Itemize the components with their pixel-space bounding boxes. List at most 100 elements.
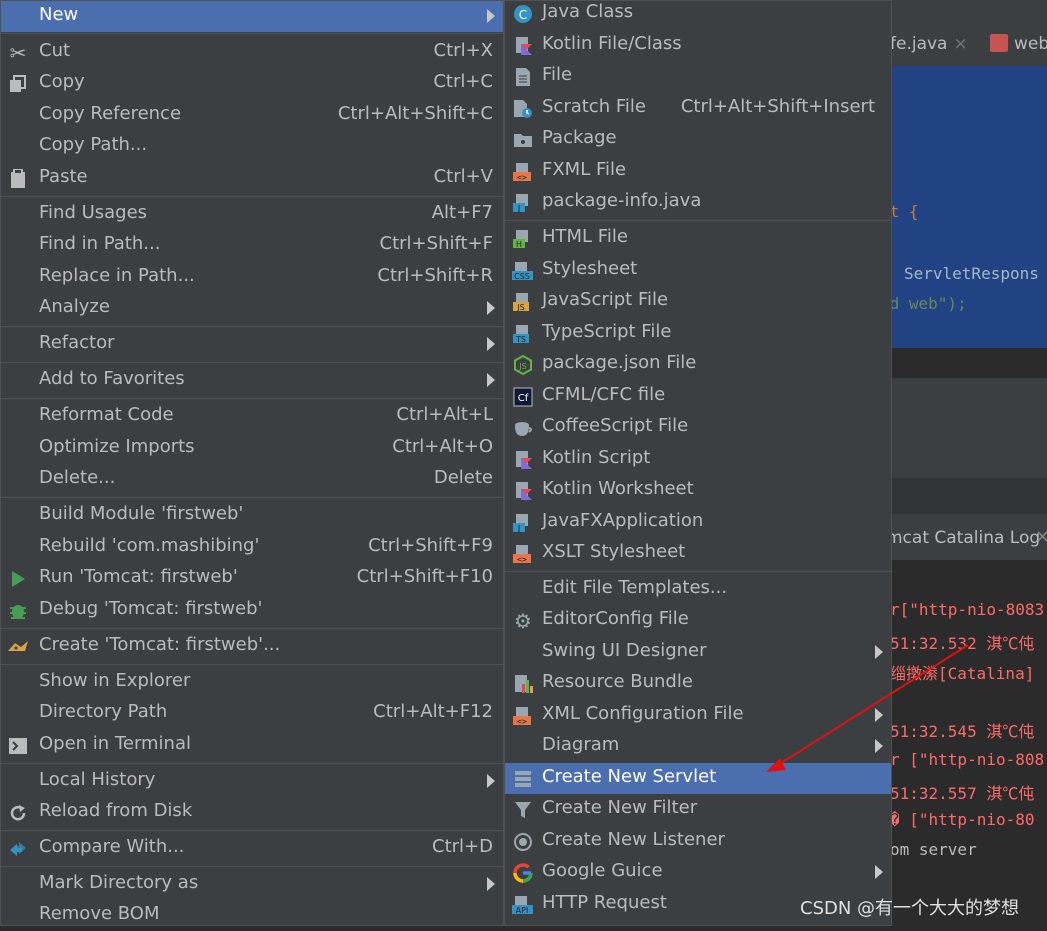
copy-icon [7,73,29,95]
css-file-icon: CSS [512,260,534,282]
menu-item-open-in-terminal[interactable]: Open in Terminal [1,730,503,761]
menu-item-create-new-filter[interactable]: Create New Filter [505,794,891,825]
menu-item-label: Compare With... [39,836,185,857]
menu-item-label: Replace in Path... [39,265,195,286]
menu-item-create-new-listener[interactable]: Create New Listener [505,826,891,857]
menu-item-stylesheet[interactable]: CSS Stylesheet [505,255,891,286]
editor-tab-bar: fe.java × web [880,24,1047,66]
menu-item-find-in-path[interactable]: Find in Path... Ctrl+Shift+F [1,230,503,261]
menu-item-editorconfig-file[interactable]: ⚙ EditorConfig File [505,605,891,636]
menu-item-find-usages[interactable]: Find Usages Alt+F7 [1,199,503,230]
html-file-icon: H [512,228,534,250]
close-icon[interactable]: × [1035,526,1047,547]
log-line: 51:32.557 淇℃伅 [890,784,1035,803]
svg-text:J: J [517,524,520,533]
menu-item-cut[interactable]: ✂ Cut Ctrl+X [1,37,503,68]
menu-item-typescript-file[interactable]: TS TypeScript File [505,318,891,349]
menu-shortcut: Ctrl+Alt+Shift+Insert [680,96,875,117]
menu-item-package[interactable]: Package [505,124,891,155]
menu-item-javascript-file[interactable]: JS JavaScript File [505,286,891,317]
google-icon [512,862,534,884]
menu-item-label: XML Configuration File [542,703,744,724]
scratch-file-icon [512,98,534,120]
svg-text:API: API [516,906,529,915]
log-tab-bar: mcat Catalina Log × [880,514,1047,560]
menu-item-refactor[interactable]: Refactor [1,329,503,360]
menu-item-local-history[interactable]: Local History [1,766,503,797]
menu-item-resource-bundle[interactable]: Resource Bundle [505,668,891,699]
menu-item-directory-path[interactable]: Directory Path Ctrl+Alt+F12 [1,698,503,729]
menu-separator [1,628,503,629]
menu-item-create-new-servlet[interactable]: Create New Servlet [505,763,891,794]
editor-top-bar [880,0,1047,24]
file-icon [512,66,534,88]
menu-item-rebuild[interactable]: Rebuild 'com.mashibing' Ctrl+Shift+F9 [1,532,503,563]
menu-item-kotlin-file[interactable]: Kotlin File/Class [505,30,891,61]
log-line: r["http-nio-8083 [890,600,1045,619]
menu-item-javafx-application[interactable]: J JavaFXApplication [505,507,891,538]
editor-tab[interactable]: fe.java × [890,34,968,54]
menu-item-copy-path[interactable]: Copy Path... [1,131,503,162]
clipboard-icon [7,168,29,190]
menu-item-xslt-stylesheet[interactable]: <> XSLT Stylesheet [505,538,891,569]
menu-item-kotlin-worksheet[interactable]: Kotlin Worksheet [505,475,891,506]
menu-item-fxml-file[interactable]: <> FXML File [505,156,891,187]
menu-item-label: Directory Path [39,701,168,722]
menu-item-copy-reference[interactable]: Copy Reference Ctrl+Alt+Shift+C [1,100,503,131]
menu-item-label: Run 'Tomcat: firstweb' [39,566,238,587]
menu-item-paste[interactable]: Paste Ctrl+V [1,163,503,194]
menu-item-analyze[interactable]: Analyze [1,293,503,324]
editor-tab[interactable]: web [990,34,1047,54]
menu-item-replace-in-path[interactable]: Replace in Path... Ctrl+Shift+R [1,262,503,293]
menu-separator [1,33,503,34]
close-icon[interactable]: × [953,34,967,54]
menu-item-html-file[interactable]: H HTML File [505,223,891,254]
menu-item-reload-from-disk[interactable]: Reload from Disk [1,797,503,828]
menu-item-build-module[interactable]: Build Module 'firstweb' [1,500,503,531]
svg-text:CSS: CSS [514,272,530,281]
menu-item-java-class[interactable]: C Java Class [505,0,891,29]
menu-item-mark-directory-as[interactable]: Mark Directory as [1,869,503,900]
menu-item-run[interactable]: Run 'Tomcat: firstweb' Ctrl+Shift+F10 [1,563,503,594]
menu-item-label: Swing UI Designer [542,640,707,661]
menu-item-label: Copy Reference [39,103,182,124]
menu-item-scratch-file[interactable]: Scratch File Ctrl+Alt+Shift+Insert [505,93,891,124]
menu-item-optimize-imports[interactable]: Optimize Imports Ctrl+Alt+O [1,433,503,464]
menu-item-label: Show in Explorer [39,670,191,691]
menu-item-label: Open in Terminal [39,733,191,754]
menu-item-show-in-explorer[interactable]: Show in Explorer [1,667,503,698]
menu-item-compare-with[interactable]: Compare With... Ctrl+D [1,833,503,864]
menu-item-coffeescript-file[interactable]: CoffeeScript File [505,412,891,443]
menu-item-add-to-favorites[interactable]: Add to Favorites [1,365,503,396]
chevron-right-icon [875,739,883,753]
menu-item-google-guice[interactable]: Google Guice [505,857,891,888]
menu-item-debug[interactable]: Debug 'Tomcat: firstweb' [1,595,503,626]
svg-text:C: C [519,8,527,22]
menu-item-label: Delete... [39,467,116,488]
menu-item-file[interactable]: File [505,61,891,92]
menu-item-reformat-code[interactable]: Reformat Code Ctrl+Alt+L [1,401,503,432]
menu-item-package-info[interactable]: J package-info.java [505,187,891,218]
context-menu: New ✂ Cut Ctrl+X Copy Ctrl+C Copy Referenc… [0,0,504,926]
menu-item-label: Scratch File [542,96,646,117]
menu-item-kotlin-script[interactable]: Kotlin Script [505,444,891,475]
filter-icon [512,799,534,821]
menu-item-new[interactable]: New [1,1,503,32]
menu-item-package-json[interactable]: JS package.json File [505,349,891,380]
code-editor[interactable]: et { ServletRespons nd web"); [880,66,1047,348]
menu-shortcut: Ctrl+Shift+R [377,265,493,286]
menu-item-create-config[interactable]: Create 'Tomcat: firstweb'... [1,631,503,662]
menu-item-label: XSLT Stylesheet [542,541,686,562]
menu-item-delete[interactable]: Delete... Delete [1,464,503,495]
menu-item-xml-configuration-file[interactable]: <> XML Configuration File [505,700,891,731]
menu-item-remove-bom[interactable]: Remove BOM [1,900,503,931]
chevron-right-icon [487,877,495,891]
menu-item-copy[interactable]: Copy Ctrl+C [1,68,503,99]
tool-window-strip [880,478,1047,514]
menu-shortcut: Ctrl+V [433,166,493,187]
menu-item-cfml-file[interactable]: Cf CFML/CFC file [505,381,891,412]
menu-item-edit-file-templates[interactable]: Edit File Templates... [505,574,891,605]
tab-catalina-log[interactable]: mcat Catalina Log [886,528,1040,548]
menu-item-diagram[interactable]: Diagram [505,731,891,762]
menu-item-swing-ui-designer[interactable]: Swing UI Designer [505,637,891,668]
